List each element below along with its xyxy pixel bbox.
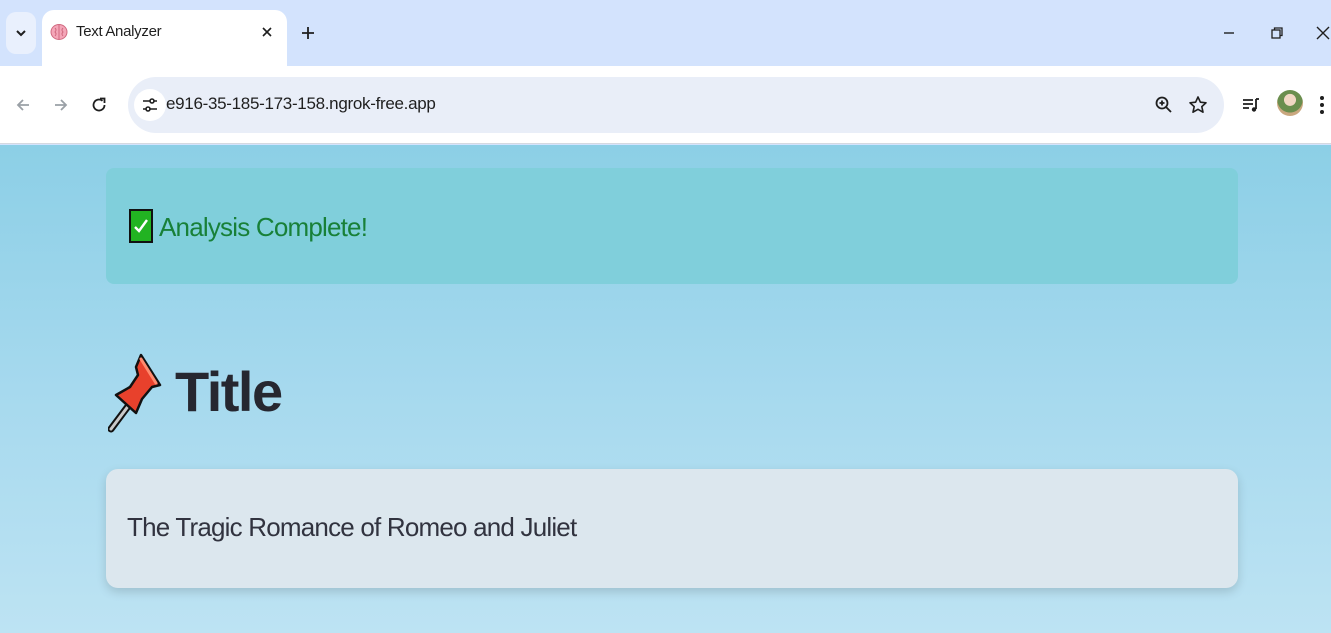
restore-button[interactable] — [1264, 20, 1290, 46]
tab-strip: Text Analyzer — [0, 0, 1331, 66]
check-mark-icon — [129, 209, 153, 243]
browser-toolbar: e916-35-185-173-158.ngrok-free.app — [0, 66, 1331, 144]
chevron-down-icon — [16, 30, 26, 37]
close-window-icon — [1316, 26, 1329, 40]
reload-icon — [92, 97, 106, 112]
star-icon — [1189, 96, 1207, 113]
success-message: Analysis Complete! — [159, 212, 368, 242]
title-card: The Tragic Romance of Romeo and Juliet — [106, 469, 1238, 588]
success-alert: Analysis Complete! — [106, 168, 1238, 284]
section-heading: Title — [175, 360, 283, 423]
more-vert-icon — [1320, 96, 1324, 114]
reload-button[interactable] — [86, 92, 112, 118]
arrow-right-icon — [55, 99, 68, 111]
back-button[interactable] — [10, 92, 36, 118]
minimize-button[interactable] — [1216, 20, 1242, 46]
zoom-button[interactable] — [1152, 93, 1176, 117]
profile-avatar[interactable] — [1277, 90, 1303, 116]
queue-music-icon — [1243, 98, 1259, 112]
brain-icon — [50, 24, 68, 40]
title-card-text: The Tragic Romance of Romeo and Juliet — [127, 512, 577, 542]
bookmark-button[interactable] — [1186, 93, 1210, 117]
site-info-button[interactable] — [134, 89, 166, 121]
address-bar[interactable]: e916-35-185-173-158.ngrok-free.app — [128, 77, 1224, 133]
minimize-icon — [1224, 32, 1234, 34]
close-window-button[interactable] — [1312, 20, 1331, 46]
forward-button[interactable] — [48, 92, 74, 118]
page-viewport: Analysis Complete! Title The Tragic Roma… — [0, 145, 1331, 633]
close-icon — [262, 27, 272, 37]
tab-title: Text Analyzer — [76, 23, 162, 40]
browser-menu-button[interactable] — [1313, 92, 1331, 118]
pushpin-icon — [108, 353, 162, 433]
tab-close-button[interactable] — [257, 22, 277, 42]
media-controls-button[interactable] — [1238, 92, 1264, 118]
tab-search-button[interactable] — [6, 12, 36, 54]
arrow-left-icon — [16, 99, 29, 111]
zoom-icon — [1155, 96, 1172, 113]
new-tab-button[interactable] — [296, 21, 320, 45]
tune-icon — [143, 98, 157, 112]
browser-tab[interactable]: Text Analyzer — [42, 10, 287, 66]
restore-icon — [1271, 27, 1283, 39]
url-text[interactable]: e916-35-185-173-158.ngrok-free.app — [166, 94, 436, 114]
plus-icon — [302, 27, 314, 39]
